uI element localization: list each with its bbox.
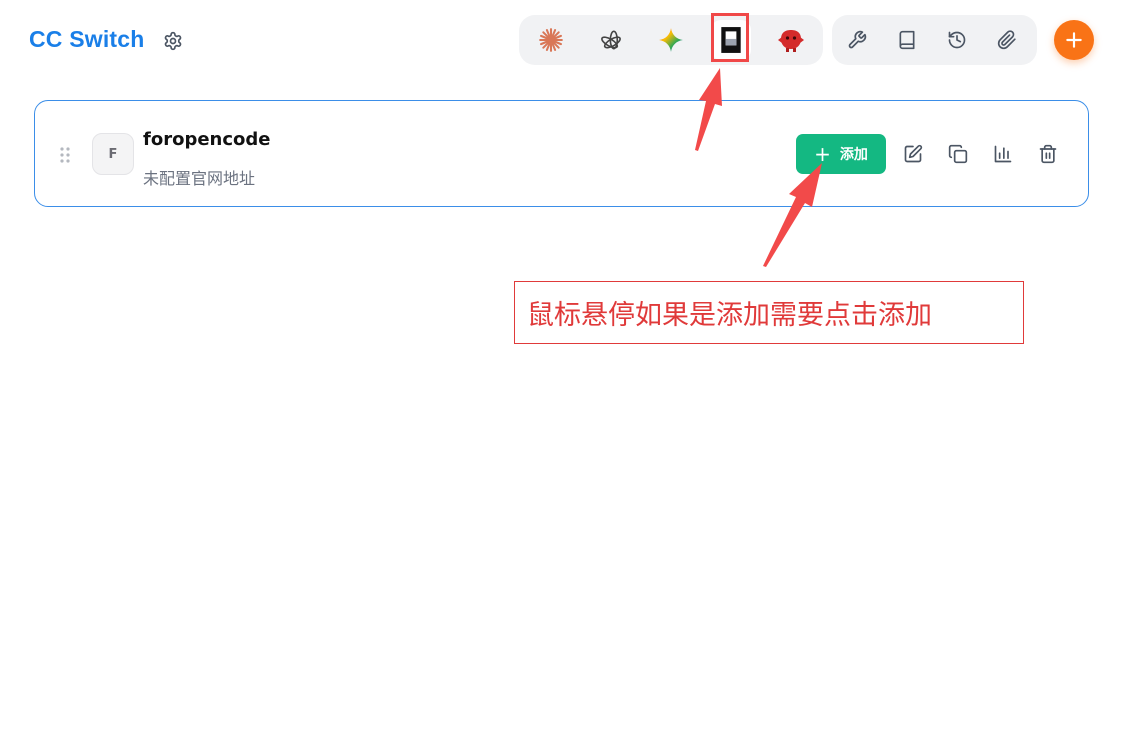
red-mascot-icon bbox=[778, 30, 804, 52]
provider-card[interactable]: F foropencode 未配置官网地址 + 添加 bbox=[34, 100, 1089, 207]
claude-starburst-icon bbox=[539, 28, 563, 52]
duplicate-button[interactable] bbox=[946, 142, 970, 166]
history-icon bbox=[948, 31, 966, 49]
tool-book-button[interactable] bbox=[887, 20, 927, 60]
copy-icon bbox=[948, 144, 968, 164]
bar-chart-icon bbox=[994, 145, 1012, 163]
opencode-highlight-box bbox=[711, 13, 749, 62]
provider-name: foropencode bbox=[143, 129, 271, 150]
paperclip-icon bbox=[997, 30, 1016, 50]
add-provider-button[interactable] bbox=[1054, 20, 1094, 60]
gear-icon bbox=[164, 31, 182, 51]
tool-wrench-button[interactable] bbox=[837, 20, 877, 60]
app-switcher bbox=[519, 15, 823, 65]
delete-button[interactable] bbox=[1036, 142, 1060, 166]
wrench-icon bbox=[848, 30, 867, 49]
settings-button[interactable] bbox=[161, 29, 185, 53]
provider-subtitle: 未配置官网地址 bbox=[143, 169, 256, 188]
tool-history-button[interactable] bbox=[937, 20, 977, 60]
add-button[interactable]: + 添加 bbox=[796, 134, 886, 174]
annotation-text: 鼠标悬停如果是添加需要点击添加 bbox=[527, 300, 932, 331]
openai-knot-icon bbox=[601, 30, 621, 50]
plus-icon: + bbox=[814, 142, 831, 166]
grip-vertical-icon bbox=[60, 147, 70, 163]
app-tab-openai[interactable] bbox=[591, 20, 631, 60]
app-tab-gemini[interactable] bbox=[651, 20, 691, 60]
gemini-sparkle-icon bbox=[659, 28, 683, 52]
drag-handle[interactable] bbox=[59, 146, 71, 164]
toolbar bbox=[832, 15, 1037, 65]
annotation-note: 鼠标悬停如果是添加需要点击添加 bbox=[514, 281, 1024, 344]
edit-button[interactable] bbox=[901, 142, 925, 166]
provider-avatar: F bbox=[92, 133, 134, 175]
app-title: CC Switch bbox=[29, 26, 145, 52]
plus-icon bbox=[1066, 32, 1082, 48]
app-tab-mascot[interactable] bbox=[771, 20, 811, 60]
book-icon bbox=[899, 30, 915, 50]
trash-icon bbox=[1039, 144, 1057, 164]
edit-icon bbox=[904, 144, 923, 163]
tool-paperclip-button[interactable] bbox=[987, 20, 1027, 60]
add-button-label: 添加 bbox=[839, 147, 868, 163]
usage-stats-button[interactable] bbox=[991, 142, 1015, 166]
app-tab-claude[interactable] bbox=[531, 20, 571, 60]
